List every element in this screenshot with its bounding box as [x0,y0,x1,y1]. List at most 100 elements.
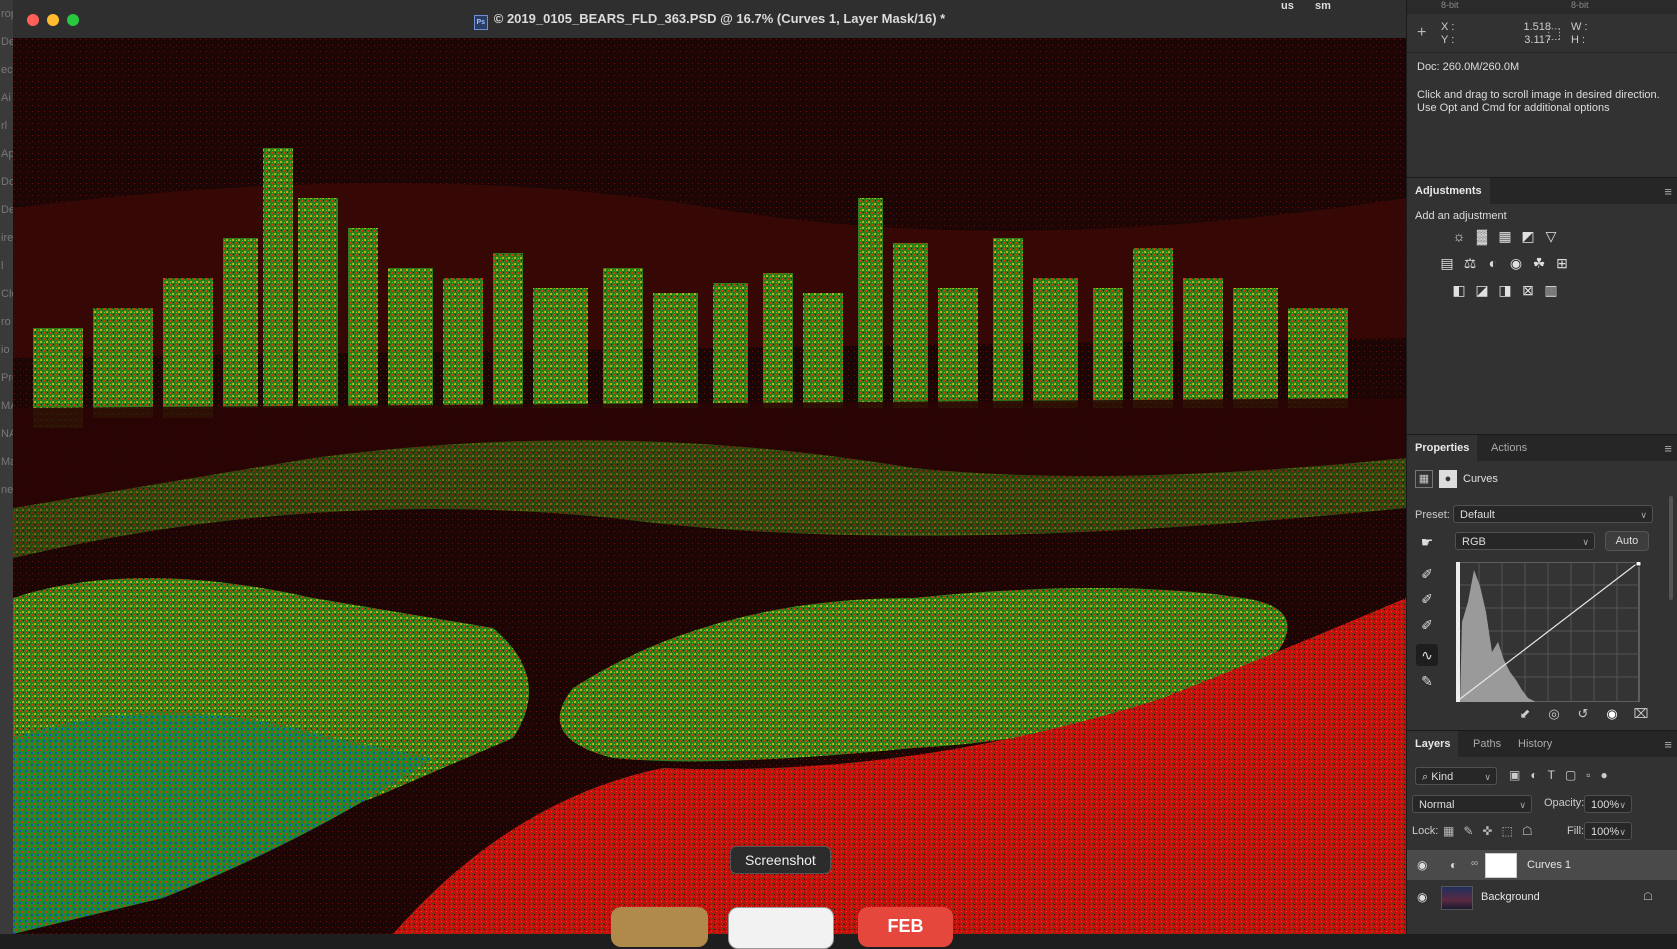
adjustment-type-icon[interactable]: ▦ [1497,228,1513,244]
white-point-eyedropper-icon[interactable]: ✐ [1416,614,1438,636]
view-previous-icon[interactable]: ◎ [1546,706,1562,722]
chevron-down-icon: ∨ [1582,537,1589,547]
adjustment-layer-icon: ◐ [1450,858,1458,872]
background-window-text-fragment: ec [1,64,13,76]
lock-icons: ▦ ✎ ✜ ⬚ ☖ [1443,824,1533,838]
layer-filter-kind-select[interactable]: ⌕ Kind ∨ [1415,767,1497,785]
adjustment-type-icon[interactable]: ☼ [1451,228,1467,244]
adjustment-icons-row-2: ▤ ⚖ ◐ ◉ ☘ ⊞ [1439,255,1570,271]
clip-to-layer-icon[interactable]: ⬋ [1517,706,1533,722]
curves-graph[interactable] [1455,560,1645,703]
background-window-text-fragment: ropbox [1,8,14,20]
chevron-down-icon: ∨ [1519,800,1526,810]
opacity-label: Opacity: [1544,797,1585,809]
channel-select[interactable]: RGB ∨ [1455,532,1595,550]
chevron-down-icon: ∨ [1619,800,1626,810]
lock-all-icon[interactable]: ☖ [1522,824,1533,838]
properties-type-row: ▦ ● Curves [1415,470,1498,488]
visibility-icon[interactable]: ◉ [1604,706,1620,722]
background-window-text-fragment: rl [1,120,8,132]
layer-mask-icon[interactable]: ● [1439,470,1457,488]
adjustment-type-icon[interactable]: ⚖ [1462,255,1478,271]
on-image-adjust-icon[interactable]: ☛ [1416,531,1438,553]
panel-menu-icon[interactable]: ≡ [1664,737,1672,752]
adjustment-type-icon[interactable]: ▤ [1439,255,1455,271]
preset-value: Default [1460,509,1495,521]
partial-top-text-right: sm [1315,0,1331,12]
panel-menu-icon[interactable]: ≡ [1664,184,1672,199]
gray-point-eyedropper-icon[interactable]: ✐ [1416,588,1438,610]
blend-mode-select[interactable]: Normal ∨ [1412,795,1532,813]
background-window-text-fragment: ire [1,232,14,244]
layer-mask-thumbnail[interactable] [1485,853,1517,878]
pencil-draw-icon[interactable]: ✎ [1416,670,1438,692]
curves-adjustment-icon[interactable]: ▦ [1415,470,1433,488]
image-canvas[interactable] [13,38,1406,934]
tab-adjustments[interactable]: Adjustments [1407,178,1490,204]
dock-tooltip: Screenshot [730,846,831,874]
adjustments-panel-header: Adjustments ≡ [1407,177,1677,204]
info-top-strip: 8-bit 8-bit [1407,0,1677,14]
preset-label: Preset: [1415,509,1450,521]
layer-row-background[interactable]: ◉ Background ☖ [1407,882,1677,912]
adjustment-type-icon[interactable]: ▽ [1543,228,1559,244]
adjustment-type-icon[interactable]: ▓ [1474,228,1490,244]
layer-row-curves[interactable]: ◉ ◐ ∞ Curves 1 [1407,850,1677,880]
panel-menu-icon[interactable]: ≡ [1664,441,1672,456]
properties-scrollbar[interactable] [1669,496,1673,600]
tab-paths[interactable]: Paths [1465,731,1509,757]
dock-calendar-app-icon[interactable]: FEB [858,907,953,947]
opacity-field[interactable]: 100% ∨ [1584,795,1632,813]
tab-properties[interactable]: Properties [1407,435,1478,461]
dock-contacts-app-icon[interactable] [611,907,708,947]
lock-position-icon[interactable]: ✜ [1482,824,1492,838]
adjustment-type-icon[interactable]: ◩ [1520,228,1536,244]
document-window: Ps © 2019_0105_BEARS_FLD_363.PSD @ 16.7% … [13,0,1406,934]
tab-actions[interactable]: Actions [1483,435,1535,461]
curve-points-tool-icon[interactable]: ∿ [1416,644,1438,666]
adjustment-type-icon[interactable]: ▥ [1543,282,1559,298]
background-window-text-fragment: Ai [1,92,11,104]
tab-history[interactable]: History [1510,731,1560,757]
fill-value: 100% [1591,826,1620,838]
adjustment-type-icon[interactable]: ◧ [1451,282,1467,298]
black-point-eyedropper-icon[interactable]: ✐ [1416,563,1438,585]
adjustment-type-icon[interactable]: ⊞ [1554,255,1570,271]
adjustment-type-icon[interactable]: ◪ [1474,282,1490,298]
reset-icon[interactable]: ↺ [1575,706,1591,722]
smart-object-filter-icon[interactable]: ▫ [1586,768,1590,782]
document-titlebar[interactable]: Ps © 2019_0105_BEARS_FLD_363.PSD @ 16.7% … [13,0,1406,39]
trash-icon[interactable]: ⌧ [1633,706,1649,722]
background-window-text-fragment: Mai [1,456,14,468]
fill-field[interactable]: 100% ∨ [1584,822,1632,840]
false-color-city-image [13,38,1406,934]
x-label: X : [1441,21,1455,33]
photoshop-file-icon: Ps [473,15,488,30]
adjustment-type-icon[interactable]: ◐ [1485,255,1501,271]
properties-type-label: Curves [1463,473,1498,485]
dock-screenshot-app-icon[interactable] [728,907,834,949]
type-filter-icon[interactable]: T [1548,768,1555,782]
lock-label: Lock: [1412,825,1439,837]
lock-transparent-pixels-icon[interactable]: ▦ [1443,824,1454,838]
eye-visibility-icon[interactable]: ◉ [1417,890,1427,904]
lock-image-pixels-icon[interactable]: ✎ [1463,824,1473,838]
preset-select[interactable]: Default ∨ [1453,505,1653,523]
fill-label: Fill: [1567,825,1585,837]
chevron-down-icon: ∨ [1484,772,1491,782]
adjustment-type-icon[interactable]: ◨ [1497,282,1513,298]
y-label: Y : [1441,34,1455,46]
shape-filter-icon[interactable]: ▢ [1565,768,1576,782]
tab-layers[interactable]: Layers [1407,731,1459,757]
pixel-filter-icon[interactable]: ▣ [1509,768,1520,782]
eye-visibility-icon[interactable]: ◉ [1417,858,1427,872]
auto-button[interactable]: Auto [1605,531,1649,551]
adjustment-type-icon[interactable]: ◉ [1508,255,1524,271]
adjustment-type-icon[interactable]: ⊠ [1520,282,1536,298]
adjustment-type-icon[interactable]: ☘ [1531,255,1547,271]
lock-artboard-icon[interactable]: ⬚ [1501,824,1512,838]
adjustment-filter-icon[interactable]: ◐ [1530,768,1537,782]
filter-toggle-icon[interactable]: ● [1601,768,1608,782]
curves-histogram [1455,560,1642,703]
wh-labels: W : H : [1571,21,1588,47]
